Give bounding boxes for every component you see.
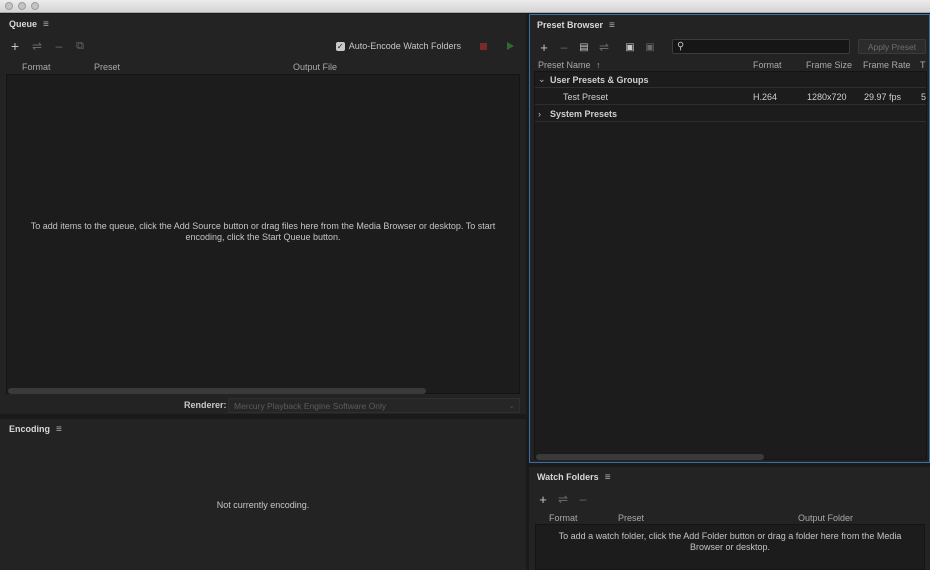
remove-folder-button[interactable]: – [573,490,593,508]
preset-extra: 5 [921,91,927,102]
sort-ascending-icon: ↑ [596,60,601,70]
watch-folders-title: Watch Folders [537,472,599,482]
preset-tree[interactable]: ⌄ User Presets & Groups Test Preset H.26… [534,71,927,460]
queue-panel-header: Queue ≡ [0,14,526,34]
chevron-down-icon: ⌄ [508,401,515,410]
hamburger-menu-icon[interactable]: ≡ [609,20,615,31]
watch-column-format[interactable]: Format [549,513,578,523]
encoding-status: Not currently encoding. [216,500,310,510]
group-name: System Presets [550,108,618,119]
window-minimize-button[interactable] [18,2,26,10]
auto-encode-checkbox[interactable]: ✓ Auto-Encode Watch Folders [335,41,461,51]
queue-empty-message: To add items to the queue, click the Add… [30,221,496,242]
renderer-value: Mercury Playback Engine Software Only [234,400,387,411]
hamburger-menu-icon[interactable]: ≡ [43,19,49,30]
window-zoom-button[interactable] [31,2,39,10]
preset-browser-header: Preset Browser ≡ [530,15,929,35]
window-titlebar [0,0,930,13]
queue-title: Queue [9,19,38,29]
watch-folders-list[interactable]: To add a watch folder, click the Add Fol… [535,524,925,570]
search-icon: ⚲ [677,41,685,52]
preset-name: Test Preset [563,91,609,102]
duplicate-icon[interactable]: ⧉ [70,37,90,55]
import-preset-icon[interactable]: ▣ [620,38,640,56]
queue-column-output-file[interactable]: Output File [293,62,337,72]
new-group-icon[interactable]: ▤ [574,38,594,56]
preset-browser-title: Preset Browser [537,20,604,30]
watch-empty-message: To add a watch folder, click the Add Fol… [558,531,902,552]
preset-settings-icon[interactable]: ⇌ [594,38,614,56]
preset-settings-icon[interactable]: ⇌ [27,37,47,55]
encoding-title: Encoding [9,424,50,434]
column-preset-name[interactable]: Preset Name ↑ [538,60,601,70]
apply-preset-button[interactable]: Apply Preset [858,39,926,54]
group-name: User Presets & Groups [550,74,649,85]
queue-panel: Queue ≡ + ⇌ – ⧉ ✓ Auto-Encode Watch Fold… [0,14,526,414]
hamburger-menu-icon[interactable]: ≡ [56,424,62,435]
watch-folders-header: Watch Folders ≡ [529,467,930,487]
queue-column-format[interactable]: Format [22,62,51,72]
column-frame-rate[interactable]: Frame Rate [863,60,911,70]
watch-folders-panel: Watch Folders ≡ + ⇌ – Format Preset Outp… [529,467,930,570]
add-source-button[interactable]: + [5,37,25,55]
add-folder-button[interactable]: + [533,490,553,508]
encoding-panel: Encoding ≡ Not currently encoding. [0,419,526,570]
preset-frame-rate: 29.97 fps [864,91,902,102]
watch-folders-toolbar: + ⇌ – [533,488,930,510]
hamburger-menu-icon[interactable]: ≡ [605,472,611,483]
remove-preset-button[interactable]: – [554,38,574,56]
renderer-dropdown[interactable]: Mercury Playback Engine Software Only ⌄ [228,398,520,413]
column-format[interactable]: Format [753,60,782,70]
chevron-down-icon: ⌄ [538,74,546,84]
queue-toolbar: + ⇌ – ⧉ ✓ Auto-Encode Watch Folders [5,35,518,57]
preset-row[interactable]: Test Preset H.264 1280x720 29.97 fps 5 [535,89,926,105]
stop-queue-button[interactable] [480,42,487,50]
column-frame-size[interactable]: Frame Size [806,60,852,70]
queue-horizontal-scrollbar[interactable] [8,388,426,394]
encoding-panel-header: Encoding ≡ [0,419,526,439]
preset-frame-size: 1280x720 [807,91,847,102]
export-preset-icon[interactable]: ▣ [640,38,660,56]
queue-column-preset[interactable]: Preset [94,62,120,72]
preset-search-input[interactable]: ⚲ [672,39,850,54]
start-queue-button[interactable] [507,42,514,50]
preset-group-row[interactable]: ⌄ User Presets & Groups [535,72,926,88]
preset-horizontal-scrollbar[interactable] [536,454,764,460]
preset-format: H.264 [753,91,778,102]
preset-group-row[interactable]: › System Presets [535,106,926,122]
window-close-button[interactable] [5,2,13,10]
watch-column-output-folder[interactable]: Output Folder [798,513,853,523]
queue-list[interactable]: To add items to the queue, click the Add… [6,74,520,394]
chevron-right-icon: › [538,108,541,119]
auto-encode-label: Auto-Encode Watch Folders [348,41,461,51]
column-truncated[interactable]: T [920,60,926,70]
watch-column-preset[interactable]: Preset [618,513,644,523]
remove-item-button[interactable]: – [49,37,69,55]
preset-browser-panel: Preset Browser ≡ + – ▤ ⇌ ▣ ▣ ⚲ Apply Pre… [529,14,930,463]
renderer-label: Renderer: [184,400,227,410]
new-preset-button[interactable]: + [534,38,554,56]
checkmark-icon: ✓ [335,41,345,51]
watch-settings-icon[interactable]: ⇌ [553,490,573,508]
